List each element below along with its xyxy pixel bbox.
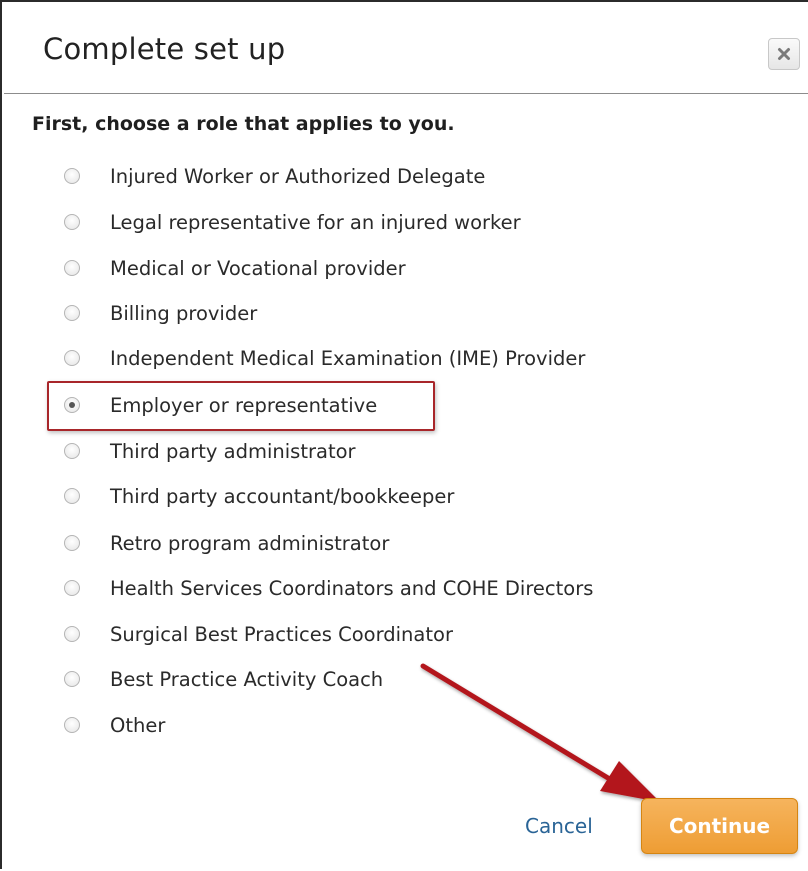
radio-button[interactable] bbox=[64, 535, 80, 551]
role-option-third-party-accountant[interactable]: Third party accountant/bookkeeper bbox=[64, 481, 454, 511]
role-option-label: Medical or Vocational provider bbox=[110, 256, 406, 280]
cancel-link[interactable]: Cancel bbox=[525, 814, 593, 838]
role-option-label: Retro program administrator bbox=[110, 531, 390, 555]
radio-button[interactable] bbox=[64, 580, 80, 596]
close-button[interactable] bbox=[768, 38, 800, 70]
selection-highlight-box bbox=[47, 381, 435, 431]
role-option-label: Health Services Coordinators and COHE Di… bbox=[110, 576, 594, 600]
radio-button[interactable] bbox=[64, 488, 80, 504]
role-option-billing-provider[interactable]: Billing provider bbox=[64, 298, 257, 328]
radio-button[interactable] bbox=[64, 350, 80, 366]
radio-button[interactable] bbox=[64, 260, 80, 276]
radio-button[interactable] bbox=[64, 305, 80, 321]
role-option-label: Best Practice Activity Coach bbox=[110, 667, 384, 691]
radio-button[interactable] bbox=[64, 626, 80, 642]
role-option-label: Surgical Best Practices Coordinator bbox=[110, 622, 453, 646]
role-option-retro-program[interactable]: Retro program administrator bbox=[64, 528, 389, 558]
role-option-label: Other bbox=[110, 713, 166, 737]
setup-dialog: Complete set up First, choose a role tha… bbox=[0, 0, 808, 869]
role-option-ime-provider[interactable]: Independent Medical Examination (IME) Pr… bbox=[64, 343, 585, 373]
radio-button[interactable] bbox=[64, 671, 80, 687]
role-option-other[interactable]: Other bbox=[64, 710, 165, 740]
role-option-label: Third party accountant/bookkeeper bbox=[110, 484, 455, 508]
role-option-medical-vocational[interactable]: Medical or Vocational provider bbox=[64, 253, 406, 283]
role-option-surgical-best-practices[interactable]: Surgical Best Practices Coordinator bbox=[64, 619, 453, 649]
dialog-title: Complete set up bbox=[43, 32, 286, 66]
role-option-best-practice-coach[interactable]: Best Practice Activity Coach bbox=[64, 664, 383, 694]
role-option-injured-worker[interactable]: Injured Worker or Authorized Delegate bbox=[64, 161, 485, 191]
role-option-label: Billing provider bbox=[110, 301, 258, 325]
radio-button[interactable] bbox=[64, 443, 80, 459]
close-icon bbox=[778, 48, 790, 60]
role-option-label: Injured Worker or Authorized Delegate bbox=[110, 164, 486, 188]
role-option-legal-representative[interactable]: Legal representative for an injured work… bbox=[64, 207, 521, 237]
radio-button[interactable] bbox=[64, 168, 80, 184]
radio-button[interactable] bbox=[64, 214, 80, 230]
role-option-label: Legal representative for an injured work… bbox=[110, 210, 521, 234]
role-option-third-party-administrator[interactable]: Third party administrator bbox=[64, 436, 356, 466]
radio-button[interactable] bbox=[64, 717, 80, 733]
header-divider bbox=[4, 93, 808, 94]
role-option-label: Third party administrator bbox=[110, 439, 356, 463]
role-option-health-services[interactable]: Health Services Coordinators and COHE Di… bbox=[64, 573, 593, 603]
role-prompt: First, choose a role that applies to you… bbox=[32, 113, 455, 135]
role-option-label: Independent Medical Examination (IME) Pr… bbox=[110, 346, 586, 370]
continue-button[interactable]: Continue bbox=[641, 798, 798, 854]
